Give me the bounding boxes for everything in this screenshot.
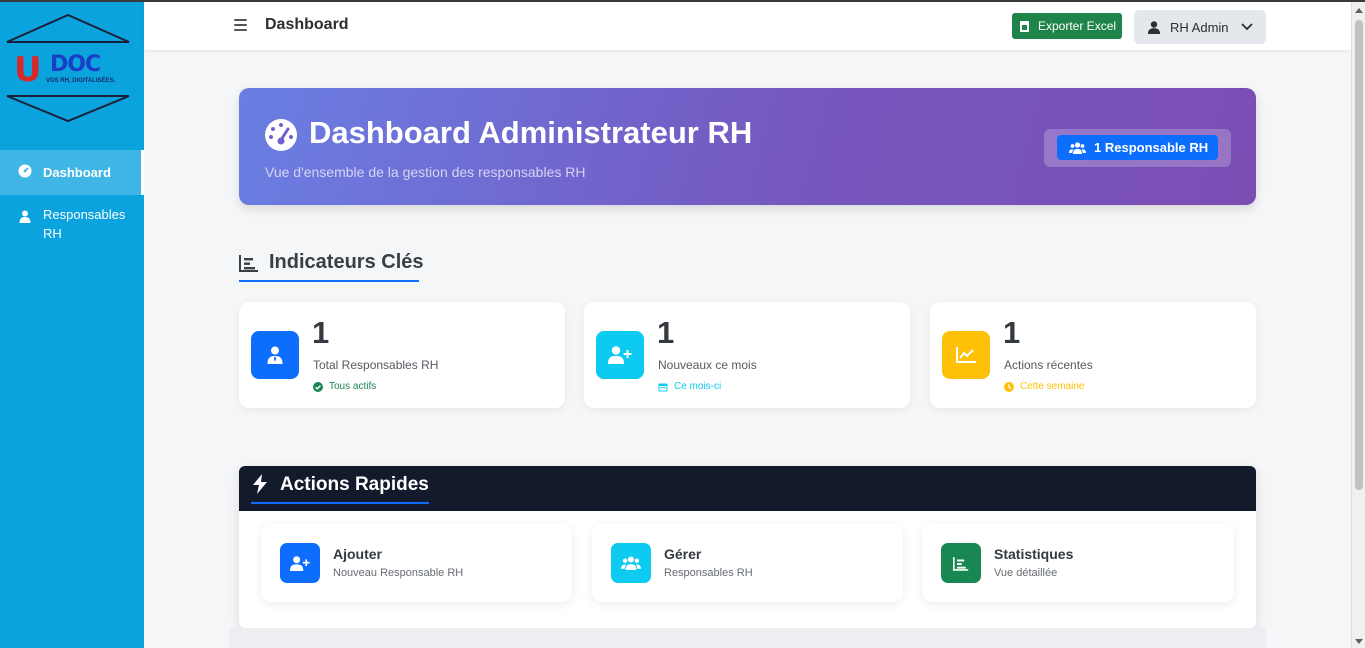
action-title: Statistiques bbox=[994, 546, 1074, 562]
clock-icon bbox=[1004, 381, 1014, 392]
topbar: Dashboard Exporter Excel RH Admin bbox=[144, 2, 1351, 50]
export-label: Exporter Excel bbox=[1038, 19, 1117, 33]
user-plus-icon bbox=[596, 331, 644, 379]
sidebar-item-label: Dashboard bbox=[43, 165, 111, 180]
kpi-note-text: Ce mois-ci bbox=[674, 381, 722, 392]
badge-label: 1 Responsable RH bbox=[1094, 140, 1209, 155]
add-responsable-card[interactable]: Ajouter Nouveau Responsable RH bbox=[261, 524, 572, 602]
kpi-value: 1 bbox=[1003, 315, 1021, 350]
logo-tagline: VOS RH, DIGITALISÉES. bbox=[46, 78, 116, 84]
scrollbar-thumb[interactable] bbox=[1355, 20, 1363, 490]
chart-bar-icon bbox=[239, 254, 258, 272]
export-excel-button[interactable]: Exporter Excel bbox=[1012, 13, 1122, 39]
hero-badge-container: 1 Responsable RH bbox=[1044, 129, 1231, 167]
sidebar: U DOC VOS RH, DIGITALISÉES. Dashboard Re… bbox=[0, 2, 144, 648]
kpi-section-label: Indicateurs Clés bbox=[269, 251, 424, 273]
manage-responsables-card[interactable]: Gérer Responsables RH bbox=[592, 524, 903, 602]
content-bottom-edge bbox=[229, 628, 1266, 648]
kpi-value: 1 bbox=[312, 315, 330, 350]
user-name: RH Admin bbox=[1170, 19, 1229, 35]
sidebar-nav: Dashboard Responsables RH bbox=[0, 150, 144, 256]
users-icon bbox=[1069, 141, 1086, 154]
user-menu-button[interactable]: RH Admin bbox=[1134, 10, 1266, 44]
chart-line-icon bbox=[942, 331, 990, 379]
kpi-note: Tous actifs bbox=[313, 381, 376, 392]
hero-title: Dashboard Administrateur RH bbox=[309, 115, 753, 150]
scroll-up-icon[interactable] bbox=[1355, 8, 1363, 13]
kpi-value: 1 bbox=[657, 315, 675, 350]
sidebar-item-label: Responsables RH bbox=[43, 207, 126, 241]
chevron-down-icon bbox=[1240, 23, 1253, 31]
page-scrollbar[interactable] bbox=[1351, 2, 1365, 648]
kpi-card-total: 1 Total Responsables RH Tous actifs bbox=[239, 302, 565, 408]
hero-subtitle: Vue d'ensemble de la gestion des respons… bbox=[265, 164, 586, 180]
users-icon bbox=[611, 543, 651, 583]
sidebar-item-responsables[interactable]: Responsables RH bbox=[0, 195, 144, 256]
kpi-label: Actions récentes bbox=[1004, 358, 1093, 372]
quick-actions-header: Actions Rapides bbox=[239, 466, 1256, 511]
action-subtitle: Nouveau Responsable RH bbox=[333, 567, 464, 579]
menu-toggle-icon[interactable] bbox=[234, 19, 247, 31]
kpi-note: Ce mois-ci bbox=[658, 381, 721, 392]
chart-bar-icon bbox=[941, 543, 981, 583]
kpi-card-new: 1 Nouveaux ce mois Ce mois-ci bbox=[584, 302, 910, 408]
quick-actions-title: Actions Rapides bbox=[280, 474, 429, 495]
page-title: Dashboard bbox=[265, 16, 349, 33]
user-tie-icon bbox=[251, 331, 299, 379]
action-subtitle: Vue détaillée bbox=[994, 567, 1058, 579]
quick-actions-panel: Actions Rapides Ajouter Nouveau Responsa… bbox=[239, 466, 1256, 628]
sidebar-item-dashboard[interactable]: Dashboard bbox=[0, 150, 144, 195]
kpi-note: Cette semaine bbox=[1004, 381, 1084, 392]
bolt-icon bbox=[253, 474, 267, 494]
check-circle-icon bbox=[313, 381, 323, 392]
kpi-label: Total Responsables RH bbox=[313, 358, 439, 372]
logo-name: DOC bbox=[50, 52, 101, 77]
kpi-note-text: Tous actifs bbox=[329, 381, 377, 392]
calendar-icon bbox=[658, 383, 668, 391]
action-title: Gérer bbox=[664, 546, 702, 562]
kpi-section-title: Indicateurs Clés bbox=[239, 251, 424, 274]
user-tie-icon bbox=[18, 209, 32, 223]
scroll-down-icon[interactable] bbox=[1355, 639, 1363, 644]
user-icon bbox=[1148, 20, 1160, 34]
file-excel-icon bbox=[1020, 20, 1029, 32]
gauge-icon bbox=[265, 119, 297, 151]
statistics-card[interactable]: Statistiques Vue détaillée bbox=[922, 524, 1234, 602]
section-underline bbox=[239, 280, 419, 282]
logo-mark: U bbox=[14, 50, 42, 90]
kpi-note-text: Cette semaine bbox=[1020, 381, 1085, 392]
action-subtitle: Responsables RH bbox=[664, 567, 753, 579]
section-underline bbox=[251, 502, 429, 504]
app-logo[interactable]: U DOC VOS RH, DIGITALISÉES. bbox=[6, 12, 138, 124]
kpi-label: Nouveaux ce mois bbox=[658, 358, 757, 372]
user-plus-icon bbox=[280, 543, 320, 583]
kpi-card-actions: 1 Actions récentes Cette semaine bbox=[930, 302, 1256, 408]
responsables-count-badge: 1 Responsable RH bbox=[1057, 135, 1218, 160]
action-title: Ajouter bbox=[333, 546, 382, 562]
hero-banner: Dashboard Administrateur RH Vue d'ensemb… bbox=[239, 88, 1256, 205]
gauge-icon bbox=[18, 164, 32, 178]
